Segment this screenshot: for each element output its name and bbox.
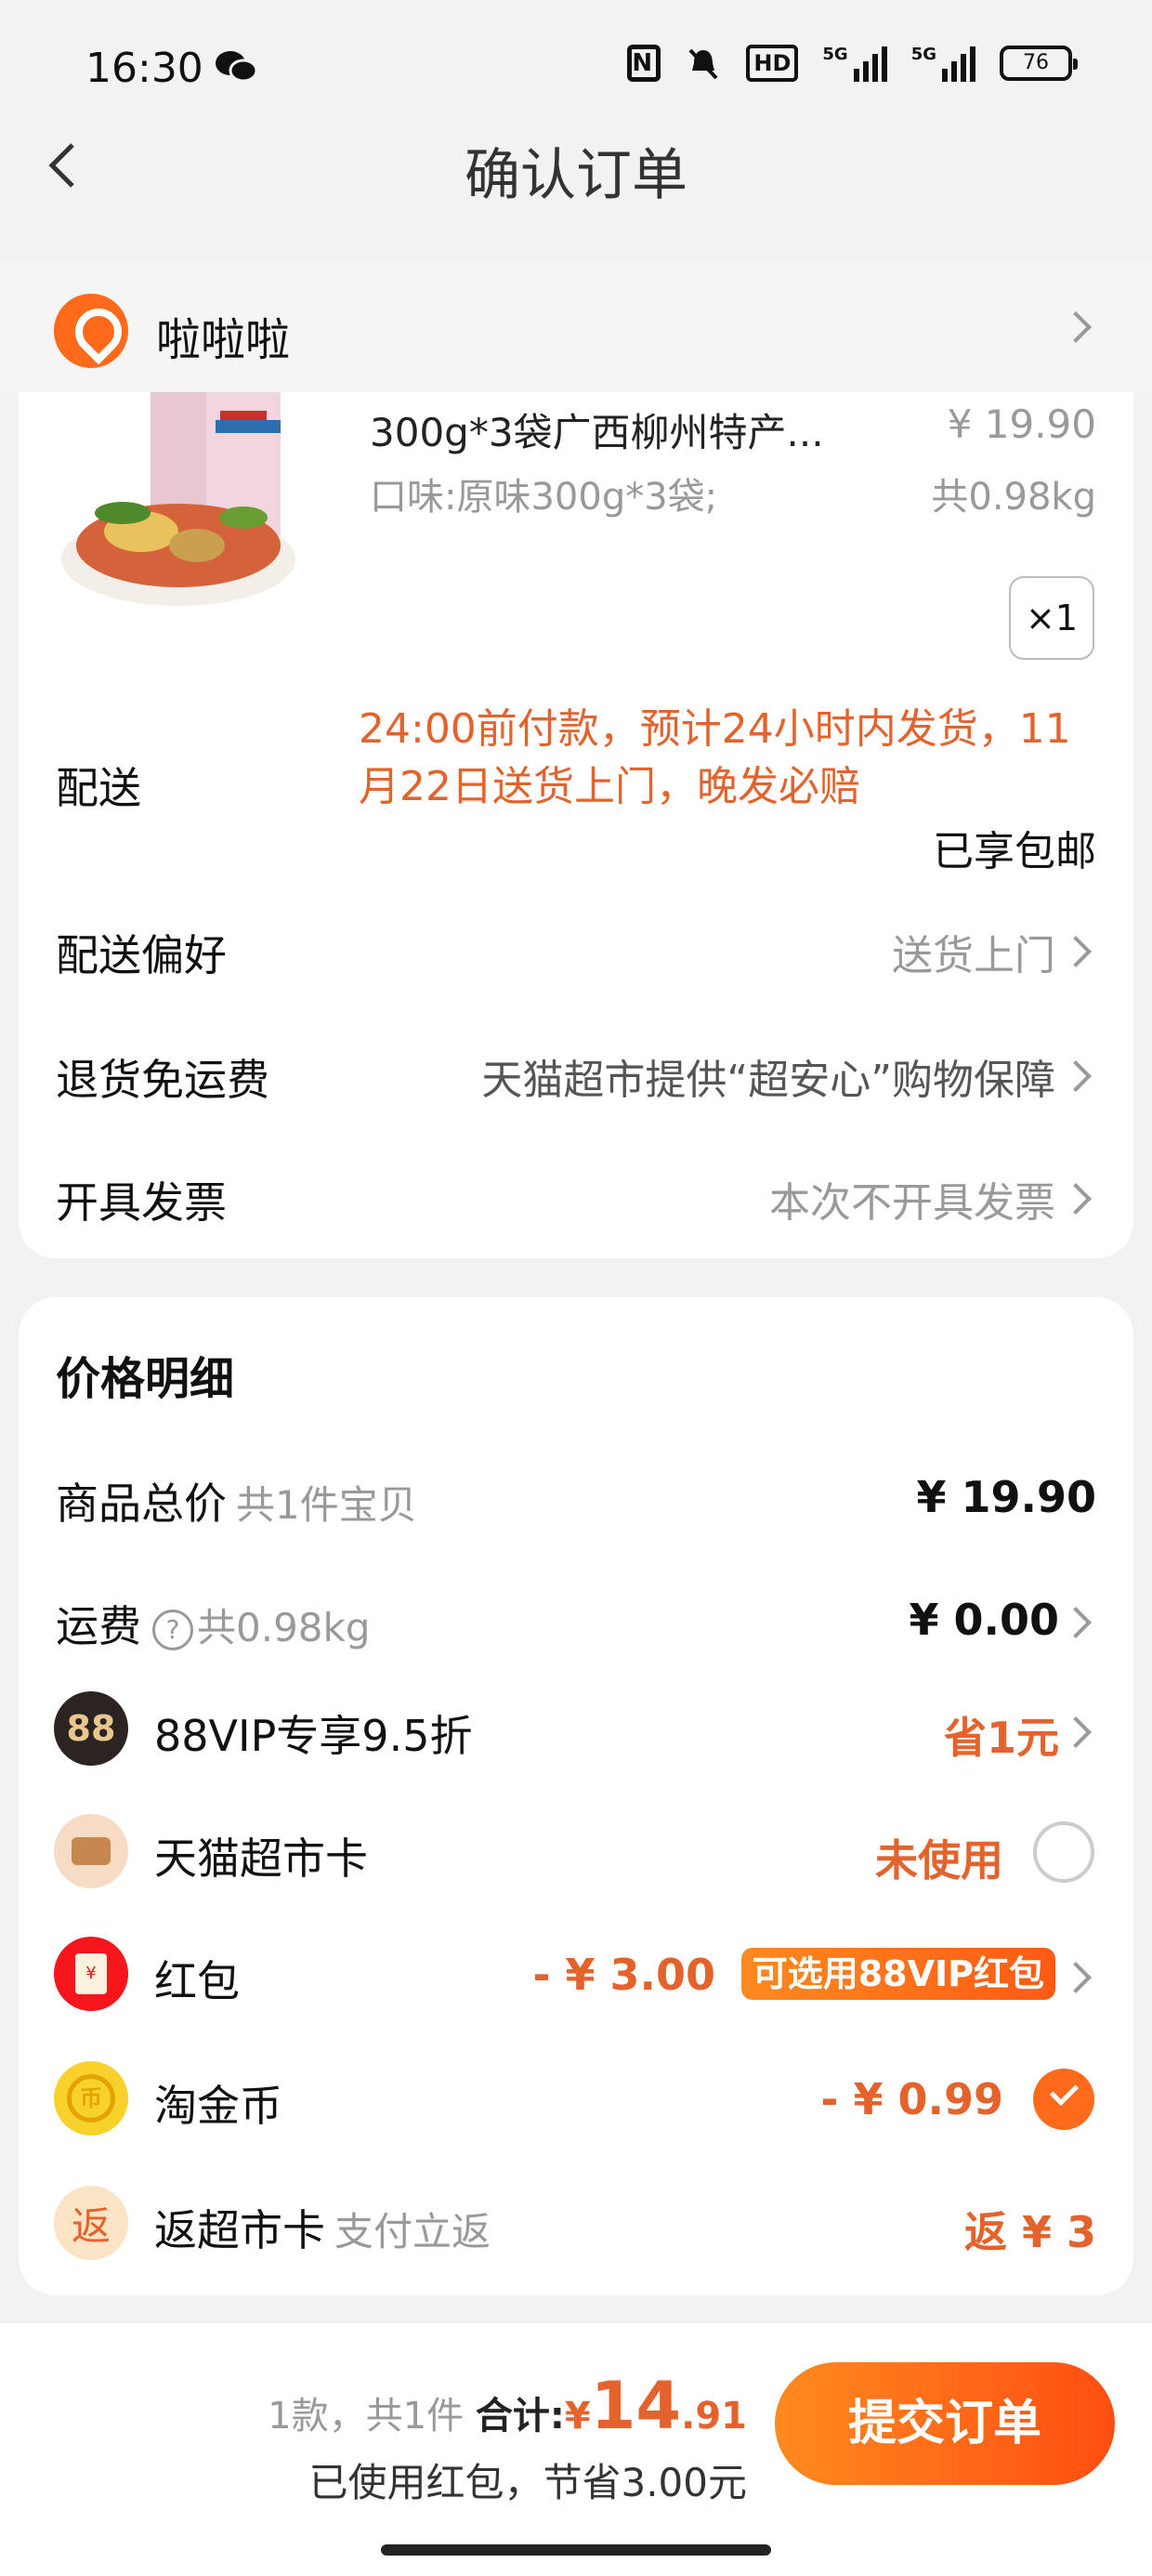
total-int: 14 <box>590 2368 682 2444</box>
status-time: 16:30 <box>85 45 203 92</box>
mute-icon <box>688 48 718 80</box>
goods-total-label: 商品总价 <box>56 1479 227 1529</box>
tmall-card-label: 天猫超市卡 <box>154 1833 368 1884</box>
submit-order-button[interactable]: 提交订单 <box>775 2362 1115 2485</box>
price-detail-title: 价格明细 <box>56 1353 235 1405</box>
help-icon[interactable]: ? <box>152 1609 193 1650</box>
delivery-note: 24:00前付款，预计24小时内发货，11月22日送货上门，晚发必赔 <box>359 705 1071 810</box>
product-weight: 共0.98kg <box>931 476 1096 519</box>
address-bar[interactable]: 啦啦啦 <box>0 262 1152 392</box>
red-packet-label: 红包 <box>154 1956 240 2006</box>
saved-note: 已使用红包，节省3.00元 <box>308 2460 747 2505</box>
battery-icon: 76 <box>1000 46 1078 81</box>
goods-count: 共1件宝贝 <box>236 1482 417 1528</box>
gold-coin-label: 淘金币 <box>154 2081 282 2131</box>
signal-icon: 5G <box>822 45 887 82</box>
order-card: 300g*3袋广西柳州特产... ¥ 19.90 口味:原味300g*3袋; 共… <box>19 392 1133 1258</box>
check-icon[interactable] <box>1033 2069 1094 2130</box>
tmall-card-radio[interactable] <box>1033 1821 1094 1883</box>
gold-coin-icon: 币 <box>54 2061 128 2136</box>
delivery-pref-label: 配送偏好 <box>56 930 227 980</box>
home-indicator[interactable] <box>381 2544 771 2556</box>
hd-icon: HD <box>746 45 799 82</box>
chevron-right-icon <box>1060 311 1092 343</box>
invoice-label: 开具发票 <box>56 1177 227 1228</box>
red-packet-value: - ¥ 3.00 <box>532 1950 715 2000</box>
vip-discount-value: 省1元 <box>943 1713 1059 1763</box>
gold-coin-value: - ¥ 0.99 <box>820 2074 1003 2124</box>
quantity-stepper[interactable]: ×1 <box>1009 576 1094 660</box>
freight-label: 运费 <box>56 1601 141 1651</box>
return-freight-value: 天猫超市提供“超安心”购物保障 <box>481 1057 1055 1104</box>
free-shipping-text: 已享包邮 <box>933 828 1096 875</box>
total-dec: .91 <box>681 2395 747 2438</box>
nfc-icon: N <box>627 45 661 82</box>
vip-discount-label: 88VIP专享9.5折 <box>154 1711 473 1761</box>
chevron-right-icon <box>1060 1183 1092 1215</box>
red-packet-icon: ¥ <box>54 1937 128 2011</box>
vip-red-packet-badge[interactable]: 可选用88VIP红包 <box>740 1948 1055 2000</box>
wechat-icon <box>216 51 258 83</box>
price-detail-card: 价格明细 商品总价 共1件宝贝 ¥ 19.90 运费? 共0.98kg ¥ 0.00… <box>19 1297 1133 2295</box>
delivery-label: 配送 <box>56 763 141 813</box>
rebate-sub: 支付立返 <box>334 2209 491 2254</box>
product-spec: 口味:原味300g*3袋; <box>370 476 718 519</box>
product-price: ¥ 19.90 <box>947 401 1096 447</box>
chevron-right-icon <box>1060 1607 1092 1638</box>
freight-value: ¥ 0.00 <box>909 1595 1059 1645</box>
signal-icon: 5G <box>911 45 975 82</box>
chevron-right-icon <box>1060 1060 1092 1092</box>
delivery-pref-value: 送货上门 <box>892 932 1055 979</box>
location-pin-icon <box>54 294 128 368</box>
total-currency: ¥ <box>564 2395 591 2438</box>
chevron-right-icon <box>1060 1962 1092 1993</box>
card-icon <box>54 1814 128 1888</box>
rebate-label: 返超市卡 <box>154 2205 325 2255</box>
return-freight-label: 退货免运费 <box>56 1055 269 1105</box>
freight-weight: 共0.98kg <box>197 1605 371 1650</box>
chevron-right-icon <box>1060 1716 1092 1748</box>
order-summary: 1款，共1件 合计:¥14.91 <box>268 2368 747 2444</box>
product-title[interactable]: 300g*3袋广西柳州特产... <box>370 401 824 458</box>
tmall-card-status: 未使用 <box>875 1835 1003 1886</box>
chevron-right-icon <box>1060 936 1092 967</box>
page-title: 确认订单 <box>465 143 687 208</box>
product-image[interactable] <box>58 392 351 615</box>
status-bar: 16:30 N HD 5G 5G 76 <box>0 0 1152 139</box>
vip88-icon: 88 <box>54 1691 128 1766</box>
nav-bar: 确认订单 <box>0 121 1152 214</box>
address-name: 啦啦啦 <box>156 314 291 366</box>
item-count: 1款，共1件 <box>268 2395 465 2438</box>
checkout-bar: 1款，共1件 合计:¥14.91 已使用红包，节省3.00元 提交订单 <box>0 2323 1152 2576</box>
total-label: 合计: <box>475 2395 565 2438</box>
goods-total-value: ¥ 19.90 <box>916 1472 1096 1522</box>
rebate-icon: 返 <box>54 2186 128 2260</box>
invoice-value: 本次不开具发票 <box>769 1179 1055 1227</box>
rebate-value: 返 ¥ 3 <box>963 2207 1096 2257</box>
